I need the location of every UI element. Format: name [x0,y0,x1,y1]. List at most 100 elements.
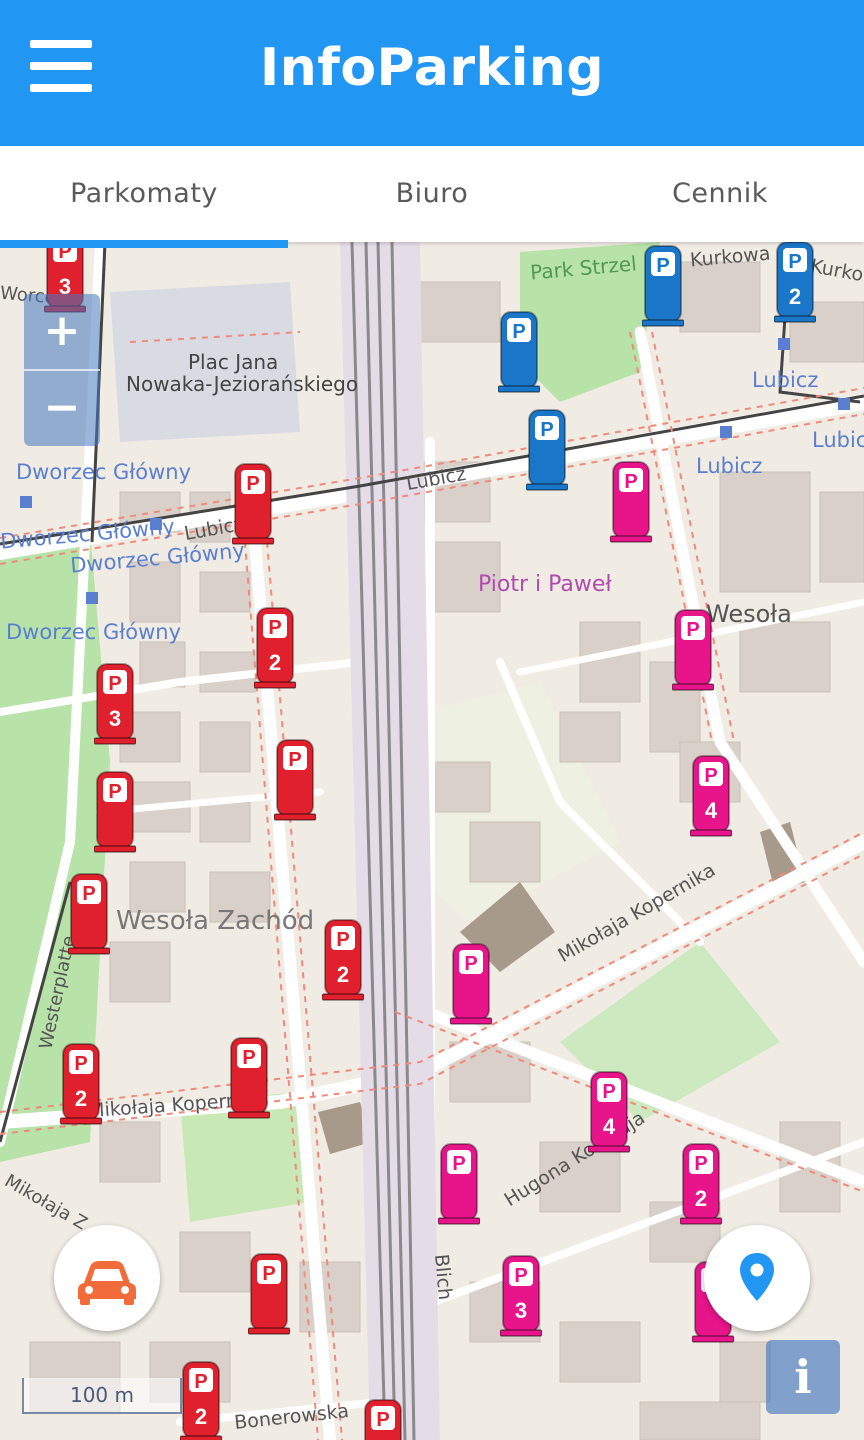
parking-meter-marker[interactable]: P [672,608,714,692]
svg-text:P: P [262,1263,275,1285]
svg-text:P: P [108,673,121,695]
meter-count-label: 2 [268,650,282,675]
map-label: Lubicz [696,454,763,478]
parking-meter-marker[interactable]: P [362,1398,404,1440]
parking-meter-icon: P [498,311,540,393]
parking-meter-icon: P [680,1143,722,1225]
svg-text:P: P [624,471,637,493]
svg-text:P: P [336,929,349,951]
parking-meter-icon: P [500,1255,542,1337]
meter-count-label: 2 [694,1186,708,1211]
meter-count-label: 2 [74,1086,88,1111]
map-label: Piotr i Paweł [478,572,612,597]
parking-meter-marker[interactable]: P2 [774,242,816,324]
parking-meter-marker[interactable]: P3 [94,662,136,746]
parking-meter-icon: P [232,463,274,545]
svg-text:P: P [788,251,801,273]
svg-text:P: P [242,1047,255,1069]
map-label: Lubicz [752,368,819,392]
active-tab-indicator [0,240,288,248]
parking-meter-marker[interactable]: P3 [500,1254,542,1338]
parking-meter-icon: P [690,755,732,837]
app-title: InfoParking [259,38,605,98]
parking-meter-marker[interactable]: P [274,738,316,822]
parking-meter-icon: P [588,1071,630,1153]
parking-meter-icon: P [60,1043,102,1125]
parking-meter-marker[interactable]: P [94,770,136,854]
meter-count-label: 2 [336,962,350,987]
parking-meter-marker[interactable]: P2 [180,1360,222,1440]
svg-text:P: P [686,619,699,641]
parking-meter-marker[interactable]: P [68,872,110,956]
parking-meter-marker[interactable]: P [438,1142,480,1226]
parking-meter-marker[interactable]: P [228,1036,270,1120]
app-bar: InfoParking [0,0,864,146]
parking-meter-icon: P [610,461,652,543]
map-label: Dworzec Główny [6,620,181,644]
svg-text:P: P [602,1081,615,1103]
parking-meter-marker[interactable]: P [642,244,684,328]
meter-count-label: 3 [108,706,122,731]
parking-meter-marker[interactable]: P4 [690,754,732,838]
tab-cennik[interactable]: Cennik [576,146,864,242]
svg-text:P: P [514,1265,527,1287]
parking-meter-marker[interactable]: P4 [588,1070,630,1154]
meter-count-label: 3 [514,1298,528,1323]
tab-label: Cennik [672,178,768,209]
map-label: Plac Jana [188,350,279,374]
parking-meter-icon: P [672,609,714,691]
tab-biuro[interactable]: Biuro [288,146,576,242]
parking-meter-icon: P [364,1399,402,1440]
parking-meter-icon: P [254,607,296,689]
parking-meter-marker[interactable]: P [610,460,652,544]
map-view[interactable]: Park Strzel Kurkowa Kurkowa Plac Jana No… [0,242,864,1440]
parking-meter-icon: P [526,409,568,491]
meter-count-label: 2 [788,284,802,309]
parking-meter-marker[interactable]: P [248,1252,290,1336]
map-label: Wesoła Zachód [116,906,315,936]
tab-label: Biuro [395,178,469,209]
info-button[interactable]: i [766,1340,840,1414]
parking-meter-icon: P [94,771,136,853]
parking-meter-marker[interactable]: P2 [254,606,296,690]
parking-meter-icon: P [450,943,492,1025]
zoom-in-button[interactable]: + [24,294,100,370]
parking-meter-marker[interactable]: P2 [680,1142,722,1226]
svg-text:P: P [194,1371,207,1393]
svg-text:P: P [288,749,301,771]
parking-meter-icon: P [642,245,684,327]
parking-meter-icon: P [228,1037,270,1119]
locate-me-button[interactable] [704,1225,810,1331]
parking-meter-marker[interactable]: P [232,462,274,546]
tab-parkomaty[interactable]: Parkomaty [0,146,288,242]
parking-meter-icon: P [774,242,816,323]
meter-count-label: 2 [194,1404,208,1429]
tab-bar: Parkomaty Biuro Cennik [0,146,864,248]
map-label: Dworzec Główny [16,460,191,484]
parking-meter-marker[interactable]: P2 [60,1042,102,1126]
parking-meter-marker[interactable]: P2 [322,918,364,1002]
map-scale: 100 m [22,1378,182,1414]
zoom-control: + − [24,294,100,446]
parking-meter-icon: P [248,1253,290,1335]
svg-text:P: P [108,781,121,803]
svg-text:P: P [376,1409,389,1431]
svg-text:P: P [704,765,717,787]
parking-meter-marker[interactable]: P [450,942,492,1026]
svg-text:P: P [512,321,525,343]
meter-count-label: 4 [704,798,718,823]
map-label: Lubicz [812,428,864,452]
parking-meter-icon: P [322,919,364,1001]
svg-text:P: P [452,1153,465,1175]
parking-meter-icon: P [68,873,110,955]
parking-meter-icon: P [274,739,316,821]
zoom-out-button[interactable]: − [24,371,100,447]
svg-text:P: P [246,473,259,495]
car-button[interactable] [54,1225,160,1331]
parking-meter-marker[interactable]: P [526,408,568,492]
car-icon [78,1261,136,1305]
parking-meter-marker[interactable]: P [498,310,540,394]
map-label: Blich [430,1253,457,1301]
svg-text:P: P [74,1053,87,1075]
location-pin-icon [740,1253,774,1301]
